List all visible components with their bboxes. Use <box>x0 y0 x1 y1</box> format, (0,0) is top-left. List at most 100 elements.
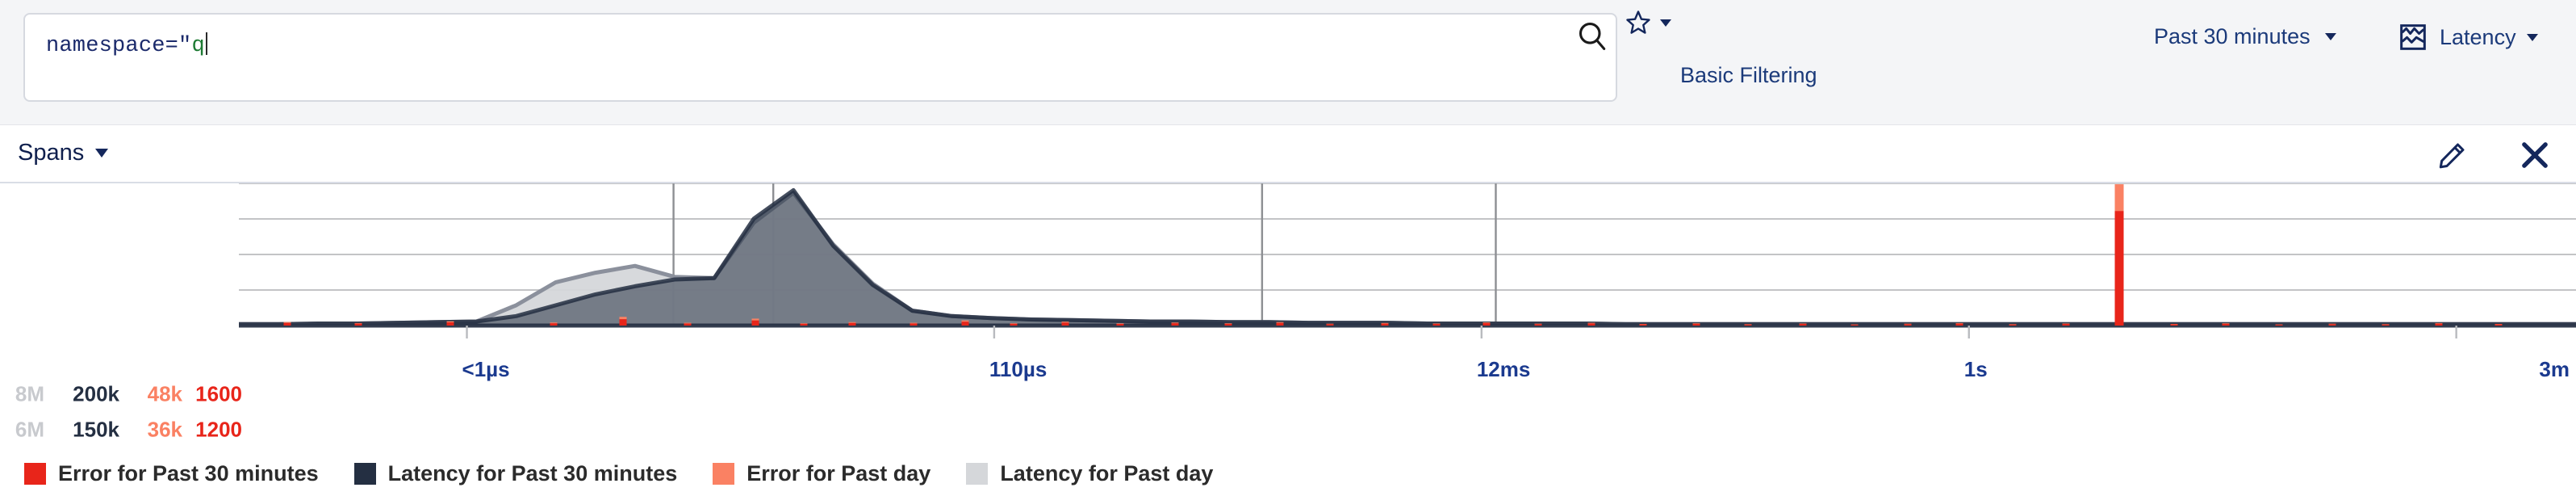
error-bar-recent <box>751 320 759 326</box>
error-bar-past-day <box>848 322 856 323</box>
error-bar-past-day <box>910 322 918 324</box>
error-bar-recent <box>2114 211 2124 326</box>
error-bar-past-day <box>1171 322 1179 324</box>
error-bar-past-day <box>2062 323 2070 325</box>
error-bar-recent <box>961 322 969 326</box>
time-range-dropdown[interactable]: Past 30 minutes <box>2154 24 2336 49</box>
y-tick-recent-error: 1600 <box>195 381 242 406</box>
legend-item[interactable]: Error for Past day <box>713 461 930 486</box>
metric-dropdown[interactable]: Latency <box>2397 21 2538 53</box>
query-input[interactable]: namespace="q <box>23 13 1617 102</box>
legend-label: Error for Past day <box>746 460 931 485</box>
latency-distribution-chart: 8M 200k 48k 1600 6M 150k 36k 1200 4M 100… <box>0 183 2576 496</box>
error-bar-past-day <box>2435 322 2443 324</box>
error-bar-recent <box>2328 324 2336 326</box>
spans-dropdown[interactable]: Spans <box>18 140 109 166</box>
error-bar-recent <box>354 323 362 326</box>
error-bar-recent <box>1639 324 1647 326</box>
error-bar-past-day <box>1116 323 1124 325</box>
error-bar-recent <box>446 322 454 326</box>
error-bar-past-day <box>1381 322 1389 324</box>
error-bar-past-day <box>1224 323 1232 324</box>
error-bar-past-day <box>1692 323 1700 324</box>
legend-label: Error for Past 30 minutes <box>58 460 319 485</box>
error-bar-recent <box>2062 324 2070 326</box>
error-bar-past-day <box>1010 323 1018 324</box>
panel-toolbar: Spans <box>0 125 2576 183</box>
chevron-down-icon <box>2324 33 2336 40</box>
error-bar-past-day <box>1326 323 1334 325</box>
legend-item[interactable]: Latency for Past day <box>966 461 1213 486</box>
error-bar-past-day <box>961 320 969 322</box>
error-bar-recent <box>1010 323 1018 326</box>
metric-label: Latency <box>2440 24 2516 49</box>
error-bar-recent <box>2222 323 2230 326</box>
legend-swatch <box>24 462 46 485</box>
error-bar-past-day <box>2222 323 2230 324</box>
error-bar-recent <box>2170 324 2178 326</box>
error-bar-past-day <box>1276 322 1284 323</box>
error-bar-past-day <box>800 323 808 324</box>
y-tick-past-day-latency: 8M <box>15 381 44 406</box>
close-icon <box>2522 142 2548 168</box>
favorite-dropdown[interactable] <box>1624 8 1671 37</box>
y-tick-recent-latency: 200k <box>73 381 119 406</box>
legend-swatch <box>353 462 376 485</box>
error-bar-past-day <box>550 322 558 324</box>
error-bar-recent <box>848 322 856 326</box>
error-bar-past-day <box>1799 323 1807 325</box>
error-bar-recent <box>1381 323 1389 326</box>
spans-label: Spans <box>18 140 85 166</box>
query-text: namespace="q <box>46 32 207 58</box>
y-tick-past-day-latency: 6M <box>15 417 44 441</box>
error-bar-recent <box>550 323 558 326</box>
error-bar-recent <box>2275 324 2283 326</box>
error-bar-recent <box>1955 323 1963 326</box>
query-value: q <box>191 34 205 58</box>
close-button[interactable] <box>2516 137 2553 174</box>
chart-legend: Error for Past 30 minutes Latency for Pas… <box>0 451 2576 496</box>
error-bar-recent <box>1061 322 1069 326</box>
error-bar-past-day <box>2114 184 2124 212</box>
legend-label: Latency for Past day <box>1000 460 1214 485</box>
error-bar-recent <box>1850 324 1859 326</box>
error-bar-past-day <box>1587 322 1595 324</box>
error-bar-recent <box>684 323 692 326</box>
plot-area: p50p90p95p99 <box>239 183 2576 496</box>
error-bar-past-day <box>354 322 362 324</box>
error-bar-recent <box>2382 324 2390 326</box>
error-bar-recent <box>910 323 918 326</box>
pencil-icon <box>2439 143 2465 169</box>
error-bar-past-day <box>2328 323 2336 325</box>
error-bar-recent <box>1171 323 1179 326</box>
search-button[interactable] <box>1572 16 1612 57</box>
error-bar-recent <box>619 319 627 326</box>
star-icon <box>1626 11 1650 34</box>
legend-item[interactable]: Latency for Past 30 minutes <box>353 461 677 486</box>
error-bar-past-day <box>1904 323 1912 325</box>
error-bar-recent <box>1482 322 1491 326</box>
chevron-down-icon <box>2526 33 2538 41</box>
error-bar-past-day <box>1432 323 1441 325</box>
error-bar-past-day <box>1534 323 1542 325</box>
basic-filtering-link[interactable]: Basic Filtering <box>1680 63 1817 88</box>
edit-button[interactable] <box>2434 138 2469 174</box>
error-bar-recent <box>1744 324 1752 326</box>
error-bar-past-day <box>1955 322 1963 324</box>
legend-item[interactable]: Error for Past 30 minutes <box>24 461 319 486</box>
query-key: namespace=" <box>46 34 192 58</box>
text-cursor <box>205 32 207 55</box>
y-tick-recent-latency: 150k <box>73 417 119 441</box>
error-bar-past-day <box>619 317 627 320</box>
query-header: namespace="q Basic Filtering Past 30 min… <box>0 0 2576 125</box>
error-bar-past-day <box>283 322 291 323</box>
area-latency-recent <box>239 187 2576 328</box>
legend-swatch <box>713 462 735 485</box>
legend-swatch <box>966 462 989 485</box>
error-bar-recent <box>800 323 808 326</box>
waveform-chart-icon <box>2400 24 2426 50</box>
chart-svg: p50p90p95p99 <box>239 183 2576 338</box>
error-bar-recent <box>283 322 291 326</box>
chevron-down-icon <box>1660 19 1671 27</box>
y-tick-past-day-error: 36k <box>147 417 182 441</box>
